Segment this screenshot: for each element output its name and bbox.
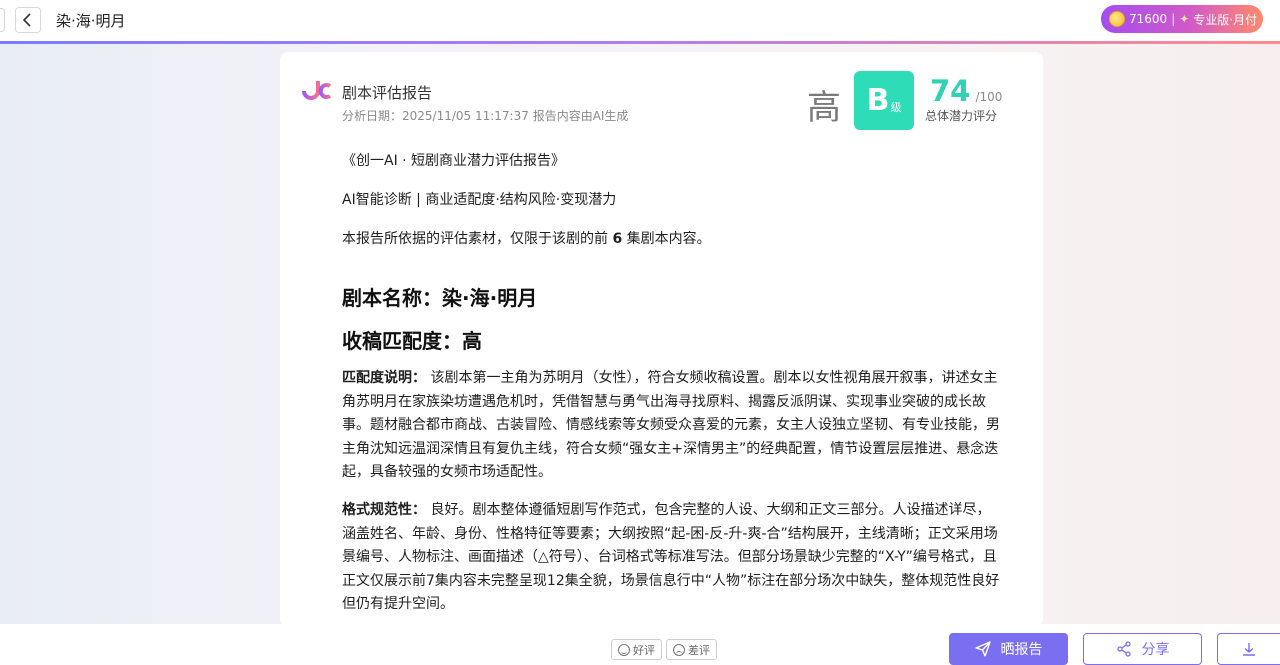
- match-level-heading: 收稿匹配度：高: [342, 329, 482, 353]
- good-feedback-button[interactable]: 好评: [611, 639, 662, 660]
- top-bar: 染·海·明月 71600 | ✦ 专业版·月付: [0, 0, 1280, 42]
- match-description: 匹配度说明： 该剧本第一主角为苏明月（女性），符合女频收稿设置。剧本以女性视角展…: [342, 367, 1000, 485]
- share-report-label: 晒报告: [1000, 642, 1043, 658]
- download-button[interactable]: [1217, 633, 1280, 665]
- grade-letter: B: [866, 83, 890, 118]
- bad-feedback-button[interactable]: 差评: [666, 639, 717, 660]
- report-card: 剧本评估报告 分析日期：2025/11/05 11:17:37 报告内容由AI生…: [280, 52, 1043, 627]
- grade-unit: 级: [890, 100, 902, 114]
- report-title: 剧本评估报告: [342, 84, 433, 102]
- match-description-text: 该剧本第一主角为苏明月（女性），符合女频收稿设置。剧本以女性视角展开叙事，讲述女…: [342, 370, 1000, 480]
- grade-badge: B 级: [854, 71, 914, 130]
- frown-icon: [673, 643, 685, 656]
- score-value: 74 /100: [930, 74, 1002, 108]
- good-feedback-label: 好评: [633, 643, 655, 657]
- format-description: 格式规范性： 良好。剧本整体遵循短剧写作范式，包含完整的人设、大纲和正文三部分。…: [342, 499, 1000, 617]
- format-description-text: 良好。剧本整体遵循短剧写作范式，包含完整的人设、大纲和正文三部分。人设描述详尽，…: [342, 502, 1000, 612]
- bad-feedback-label: 差评: [688, 643, 710, 657]
- collapsed-panel-handle[interactable]: [0, 8, 5, 32]
- coin-balance: 71600: [1129, 12, 1168, 26]
- report-tagline: AI智能诊断 | 商业适配度·结构风险·变现潜力: [342, 192, 617, 208]
- report-scope-note: 本报告所依据的评估素材，仅限于该剧的前 6 集剧本内容。: [342, 228, 997, 248]
- potential-level: 高: [807, 88, 841, 128]
- smile-icon: [618, 643, 630, 656]
- scope-episode-count: 6: [612, 231, 623, 247]
- share-icon: [1116, 641, 1131, 657]
- score-number: 74: [930, 74, 971, 108]
- chevron-left-icon: [22, 13, 31, 27]
- coin-icon: [1109, 11, 1125, 27]
- membership-badge[interactable]: 71600 | ✦ 专业版·月付: [1101, 5, 1263, 33]
- share-report-button[interactable]: 晒报告: [949, 633, 1068, 665]
- download-icon: [1243, 643, 1255, 656]
- match-description-label: 匹配度说明：: [342, 370, 426, 386]
- scope-prefix: 本报告所依据的评估素材，仅限于该剧的前: [342, 231, 613, 247]
- scope-suffix: 集剧本内容。: [622, 231, 711, 247]
- report-subtitle: 《创一AI · 短剧商业潜力评估报告》: [342, 153, 566, 169]
- report-date: 分析日期：2025/11/05 11:17:37 报告内容由AI生成: [342, 109, 629, 123]
- send-icon: [974, 641, 991, 657]
- script-name-heading: 剧本名称：染·海·明月: [342, 286, 538, 310]
- plan-label: 专业版·月付: [1193, 12, 1258, 27]
- badge-separator: |: [1171, 12, 1176, 26]
- back-button[interactable]: [15, 7, 41, 33]
- score-label: 总体潜力评分: [925, 109, 998, 123]
- header-gradient-line: [0, 41, 1280, 44]
- page-title: 染·海·明月: [56, 12, 126, 30]
- crown-icon: ✦: [1179, 12, 1190, 26]
- app-logo-icon: [302, 81, 332, 100]
- format-description-label: 格式规范性：: [342, 502, 426, 518]
- score-max: /100: [975, 90, 1003, 104]
- share-label: 分享: [1141, 642, 1170, 658]
- share-button[interactable]: 分享: [1083, 633, 1202, 665]
